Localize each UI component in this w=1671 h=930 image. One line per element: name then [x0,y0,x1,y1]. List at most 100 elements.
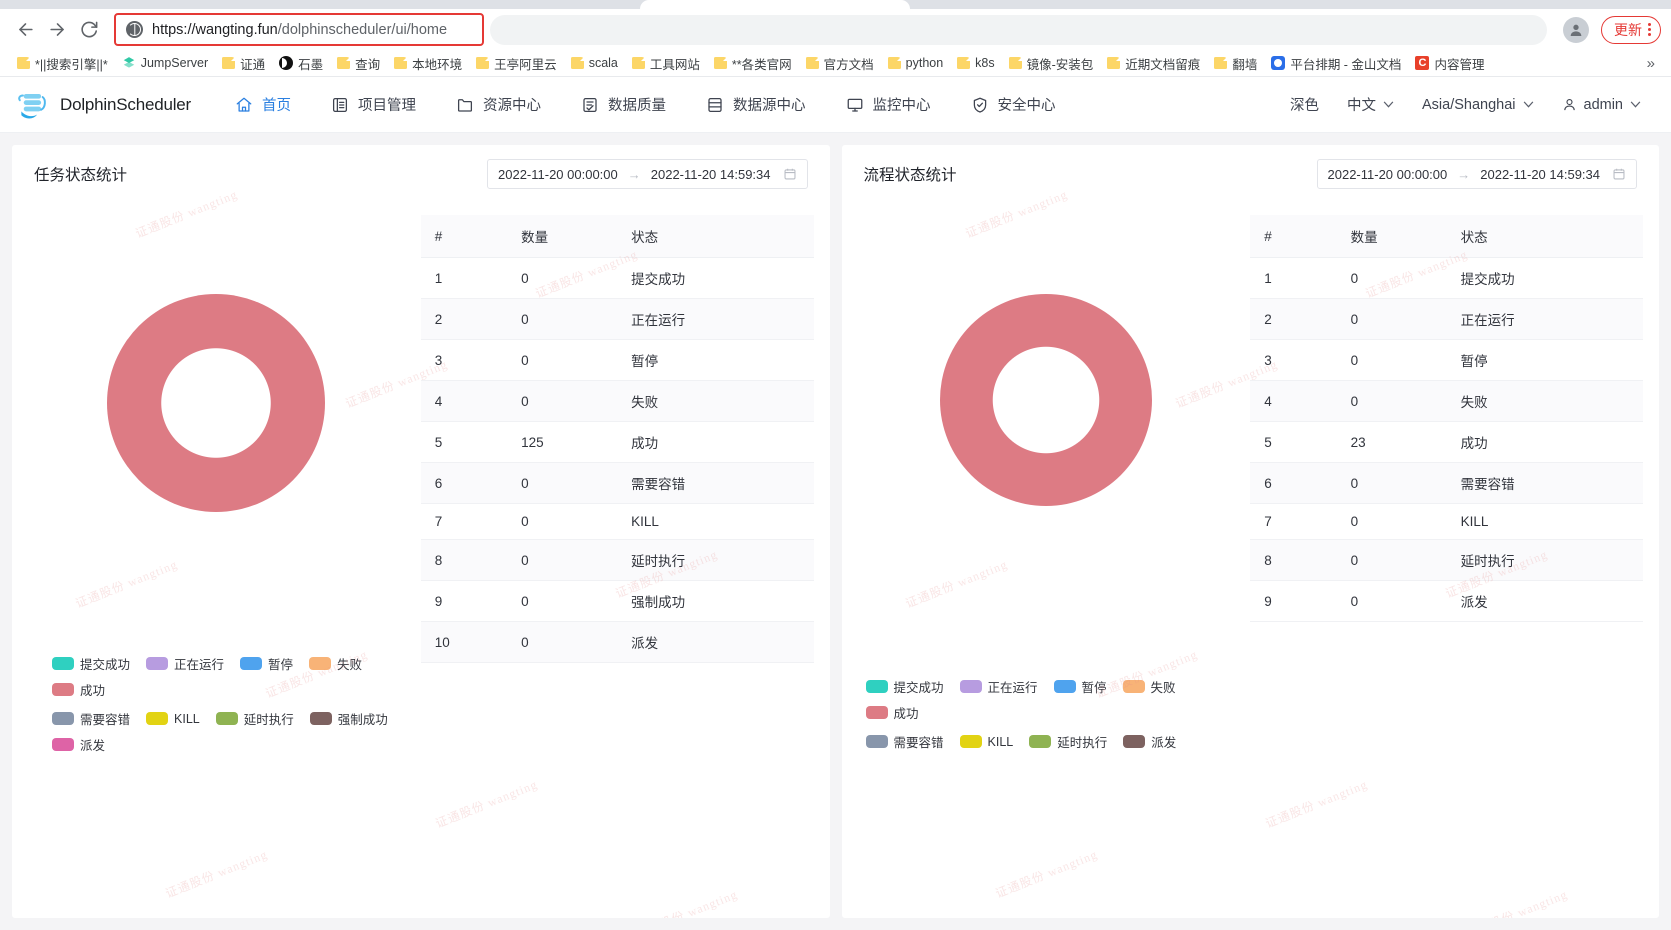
browser-toolbar: https://wangting.fun/dolphinscheduler/ui… [0,9,1671,50]
table-row[interactable]: 8 0 延时执行 [420,539,814,581]
bookmark-item[interactable]: 官方文档 [799,52,881,75]
table-row[interactable]: 6 0 需要容错 [1250,462,1643,504]
user-label: admin [1583,96,1624,113]
kdocs-icon [1271,56,1286,70]
table-row[interactable]: 2 0 正在运行 [420,298,814,340]
legend-label: 延时执行 [1057,736,1108,750]
table-row[interactable]: 4 0 失败 [1250,380,1643,422]
legend-item[interactable]: 派发 [1123,732,1176,751]
nav-item-4[interactable]: 数据源中心 [686,77,826,133]
update-button[interactable]: 更新 [1601,15,1661,44]
theme-toggle[interactable]: 深色 [1276,94,1333,115]
table-row[interactable]: 9 0 强制成功 [420,580,814,622]
legend-item[interactable]: 需要容错 [52,709,130,728]
nav-item-3[interactable]: 数据质量 [561,77,686,133]
browser-tab[interactable] [640,0,910,9]
profile-avatar[interactable] [1563,16,1589,43]
bookmark-item[interactable]: 镜像-安装包 [1002,52,1101,75]
bookmark-item[interactable]: 石墨 [272,52,330,75]
legend-item[interactable]: 正在运行 [959,677,1038,696]
legend-item[interactable]: 成功 [865,703,919,722]
cell-index: 3 [1250,339,1337,381]
legend-label: 失败 [1150,681,1176,695]
table-row[interactable]: 1 0 提交成功 [1250,257,1643,299]
address-bar[interactable]: https://wangting.fun/dolphinscheduler/ui… [114,13,484,46]
bookmark-item[interactable]: 平台排期 - 金山文档 [1264,52,1408,75]
nav-item-label: 监控中心 [872,98,931,114]
bookmark-item[interactable]: 本地环境 [387,52,469,75]
timezone-select[interactable]: Asia/Shanghai [1408,97,1548,113]
donut-slice-success[interactable] [939,294,1152,506]
bookmark-item[interactable]: 工具网站 [625,52,707,75]
cell-status: 成功 [1446,421,1643,463]
reload-icon[interactable] [74,15,104,45]
cell-index: 5 [420,421,508,463]
table-row[interactable]: 3 0 暂停 [1250,339,1643,381]
bookmark-item[interactable]: C 内容管理 [1408,52,1491,75]
legend-item[interactable]: 提交成功 [865,677,944,696]
table-row[interactable]: 6 0 需要容错 [420,462,814,504]
calendar-icon[interactable] [1612,167,1626,181]
bookmark-item[interactable]: **各类官网 [707,52,799,75]
back-icon[interactable] [10,15,40,45]
bookmark-item[interactable]: scala [564,54,625,72]
date-range-picker[interactable]: 2022-11-20 00:00:00 → 2022-11-20 14:59:34 [1316,159,1637,189]
shimo-icon [279,56,294,70]
bookmark-item[interactable]: 证通 [215,52,272,75]
bookmark-item[interactable]: k8s [950,54,1001,72]
forward-icon[interactable] [42,15,72,45]
monitor-icon [847,98,862,112]
bookmark-item[interactable]: 王亭阿里云 [469,52,564,75]
nav-item-2[interactable]: 资源中心 [436,77,561,133]
nav-item-0[interactable]: 首页 [215,77,311,133]
legend-item[interactable]: 成功 [52,680,105,699]
bookmark-item[interactable]: 翻墙 [1207,52,1264,75]
table-row[interactable]: 8 0 延时执行 [1250,539,1643,581]
table-row[interactable]: 7 0 KILL [1250,503,1643,540]
legend-item[interactable]: 强制成功 [309,709,388,728]
language-select[interactable]: 中文 [1333,94,1408,115]
legend-item[interactable]: 派发 [52,735,105,754]
cell-count: 0 [507,503,618,540]
calendar-icon[interactable] [783,167,797,181]
nav-item-6[interactable]: 安全中心 [951,77,1076,133]
legend-item[interactable]: 需要容错 [865,732,944,751]
legend-item[interactable]: 失败 [309,654,362,673]
legend-item[interactable]: 延时执行 [1029,732,1107,751]
table-row[interactable]: 10 0 派发 [420,621,814,663]
table-row[interactable]: 5 23 成功 [1250,421,1643,463]
table-row[interactable]: 2 0 正在运行 [1250,298,1643,340]
bookmark-item[interactable]: *||搜索引擎||* [10,52,115,75]
date-range-picker[interactable]: 2022-11-20 00:00:00 → 2022-11-20 14:59:34 [487,159,808,189]
table-row[interactable]: 9 0 派发 [1250,580,1643,622]
table-row[interactable]: 1 0 提交成功 [420,257,814,299]
bookmark-item[interactable]: python [881,54,951,72]
legend-item[interactable]: KILL [146,712,200,726]
legend-item[interactable]: 正在运行 [146,654,224,673]
legend-row: 提交成功 正在运行 暂停 失败成功 [52,654,409,699]
app-logo[interactable]: DolphinScheduler [16,90,191,120]
bookmark-item[interactable]: 查询 [330,52,387,75]
nav-item-1[interactable]: 项目管理 [311,77,436,133]
bookmark-label: 工具网站 [649,57,700,72]
table-row[interactable]: 5 125 成功 [420,421,814,463]
legend-item[interactable]: 暂停 [1053,677,1107,696]
legend-item[interactable]: 失败 [1122,677,1176,696]
table-row[interactable]: 7 0 KILL [420,503,814,540]
user-menu[interactable]: admin [1548,97,1656,113]
bookmarks-overflow-icon[interactable]: » [1647,55,1661,72]
legend-item[interactable]: 暂停 [240,654,293,673]
bookmark-label: 翻墙 [1232,57,1258,72]
legend-item[interactable]: KILL [959,735,1013,749]
legend-item[interactable]: 提交成功 [52,654,130,673]
legend-item[interactable]: 延时执行 [215,709,294,728]
folder-icon [457,98,473,112]
table-row[interactable]: 4 0 失败 [420,380,814,422]
browser-menu-icon[interactable] [1648,23,1651,36]
nav-item-5[interactable]: 监控中心 [826,77,951,133]
bookmark-item[interactable]: 近期文档留痕 [1100,52,1207,75]
table-row[interactable]: 3 0 暂停 [420,339,814,381]
cell-count: 0 [1336,257,1447,299]
donut-slice-success[interactable] [107,294,326,512]
bookmark-item[interactable]: JumpServer [115,54,215,72]
